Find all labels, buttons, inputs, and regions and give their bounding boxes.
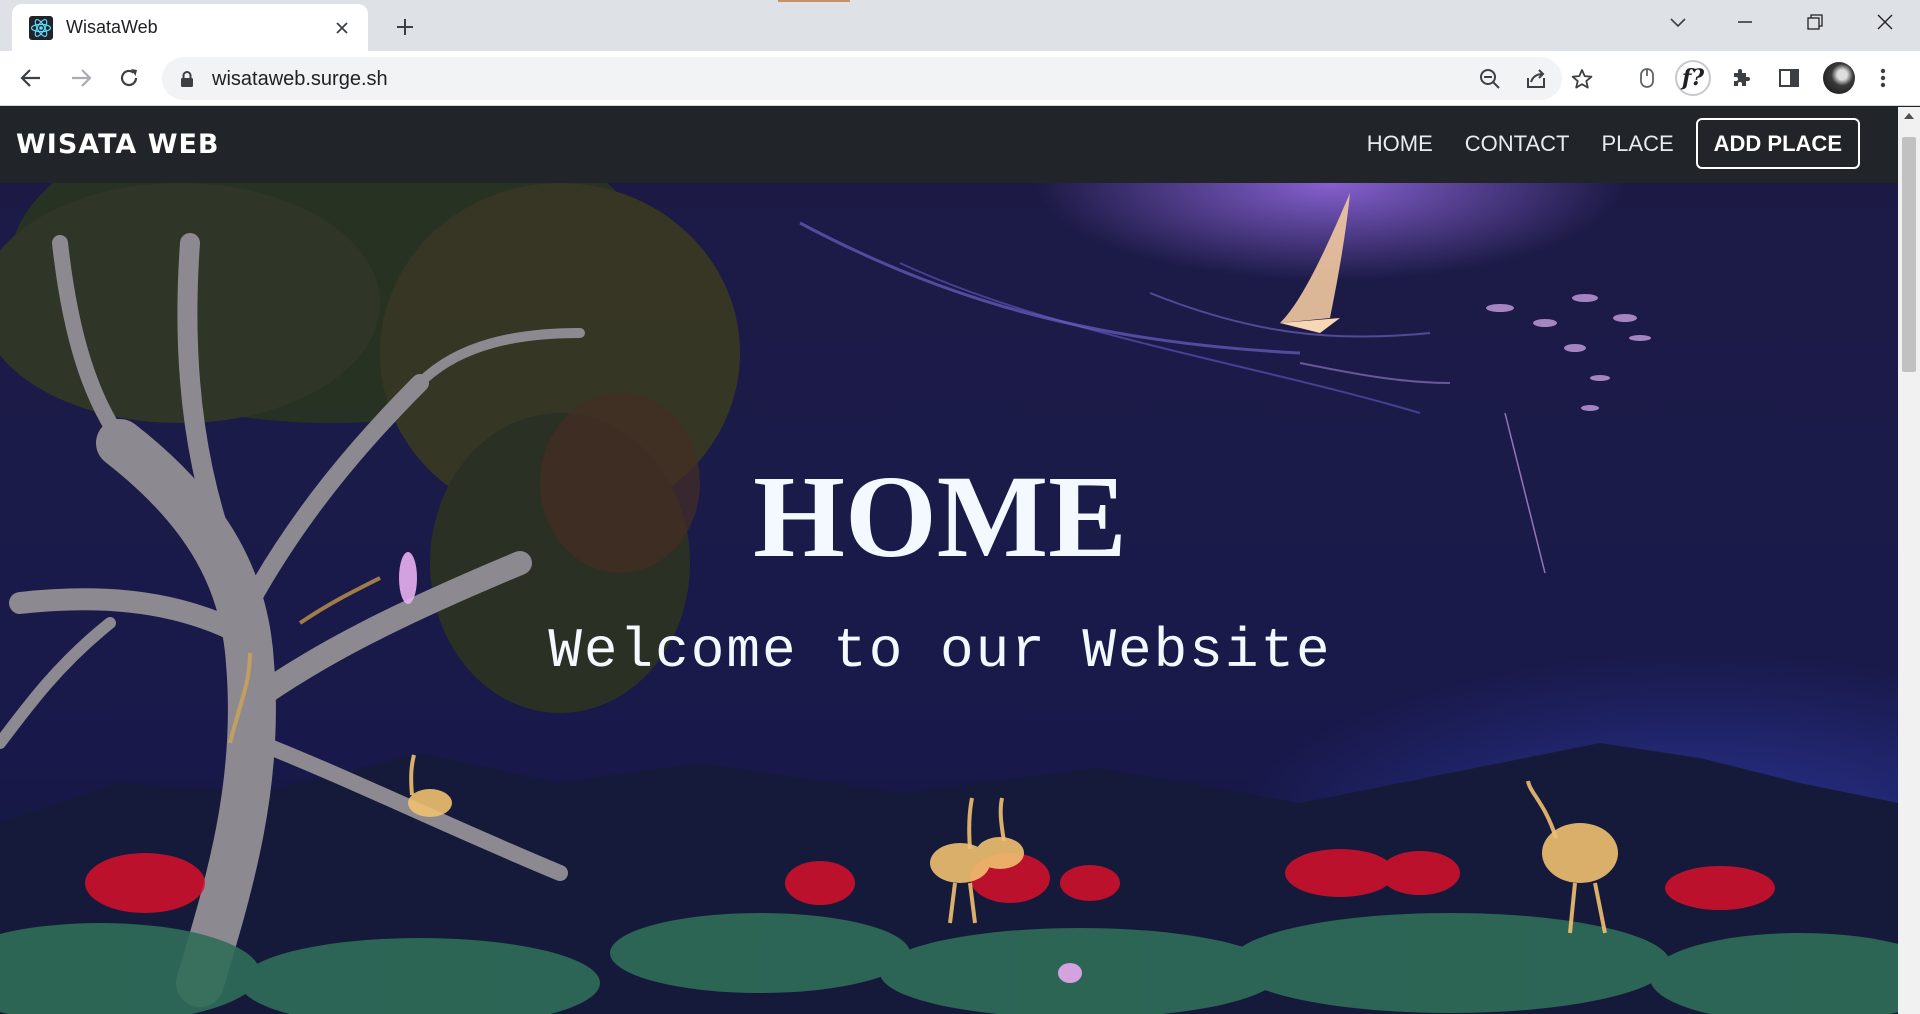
avatar[interactable] (1820, 59, 1858, 97)
url-text: wisataweb.surge.sh (212, 68, 388, 90)
nav-link-contact[interactable]: CONTACT (1465, 131, 1570, 157)
side-panel-icon[interactable] (1770, 59, 1808, 97)
restore-button[interactable] (1780, 0, 1850, 44)
site-navbar: WISATA WEB HOME CONTACT PLACE ADD PLACE (0, 107, 1898, 183)
forward-arrow-icon[interactable] (62, 59, 100, 97)
hero-subtitle: Welcome to our Website (548, 619, 1332, 683)
close-window-button[interactable] (1850, 0, 1920, 44)
react-atom-icon (28, 15, 54, 41)
browser-tabstrip: WisataWeb (0, 0, 1920, 51)
zoom-out-icon[interactable] (1474, 63, 1506, 95)
scrollbar-thumb[interactable] (1902, 137, 1916, 372)
web-page: WISATA WEB HOME CONTACT PLACE ADD PLACE (0, 107, 1898, 1014)
reload-icon[interactable] (110, 59, 148, 97)
lock-icon (180, 70, 194, 93)
browser-toolbar: wisataweb.surge.sh f? (0, 51, 1920, 106)
back-arrow-icon[interactable] (12, 59, 50, 97)
loading-indicator (778, 0, 850, 2)
site-brand[interactable]: WISATA WEB (16, 129, 220, 160)
close-icon[interactable] (330, 16, 354, 40)
new-tab-button[interactable] (390, 12, 420, 42)
nav-link-place[interactable]: PLACE (1602, 131, 1674, 157)
tab-title: WisataWeb (66, 17, 158, 37)
scroll-up-arrow-icon[interactable] (1904, 113, 1914, 119)
minimize-button[interactable] (1710, 0, 1780, 44)
address-bar[interactable]: wisataweb.surge.sh (162, 57, 1593, 100)
hero-section: HOME Welcome to our Website (0, 183, 1898, 1014)
more-menu-icon[interactable] (1868, 59, 1898, 97)
puzzle-icon[interactable] (1722, 59, 1760, 97)
hero-background-illustration (0, 183, 1898, 1014)
star-icon[interactable] (1566, 63, 1598, 95)
hero-title: HOME (753, 451, 1127, 582)
mouse-extension-icon[interactable] (1628, 59, 1666, 97)
chevron-down-icon[interactable] (1660, 6, 1696, 40)
browser-tab[interactable]: WisataWeb (12, 4, 368, 51)
add-place-button[interactable]: ADD PLACE (1695, 118, 1860, 169)
profile-avatar (1823, 62, 1855, 94)
share-icon[interactable] (1520, 63, 1552, 95)
font-extension-icon[interactable]: f? (1674, 59, 1712, 97)
page-scrollbar[interactable] (1898, 107, 1920, 1014)
nav-link-home[interactable]: HOME (1367, 131, 1433, 157)
